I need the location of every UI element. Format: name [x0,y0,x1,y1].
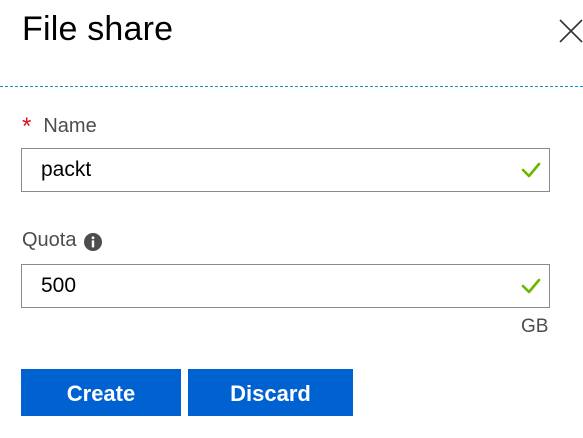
quota-label-row: Quota [22,229,103,252]
close-icon [559,19,583,43]
quota-label: Quota [22,229,77,251]
file-share-blade: File share * Name Quota GB Create Di [0,0,583,438]
quota-field[interactable] [21,264,550,308]
name-label-row: * Name [22,112,97,140]
checkmark-icon [521,162,541,178]
discard-button[interactable]: Discard [188,369,353,416]
header-divider [0,86,583,87]
name-label: Name [43,114,97,137]
info-icon[interactable] [84,232,103,251]
checkmark-icon [521,278,541,294]
required-marker: * [22,113,32,140]
quota-input[interactable] [41,273,501,299]
name-input[interactable] [41,157,501,183]
close-button[interactable] [556,16,583,44]
quota-unit: GB [521,316,549,337]
name-field[interactable] [21,148,550,192]
create-button[interactable]: Create [21,369,181,416]
blade-title: File share [22,10,174,48]
